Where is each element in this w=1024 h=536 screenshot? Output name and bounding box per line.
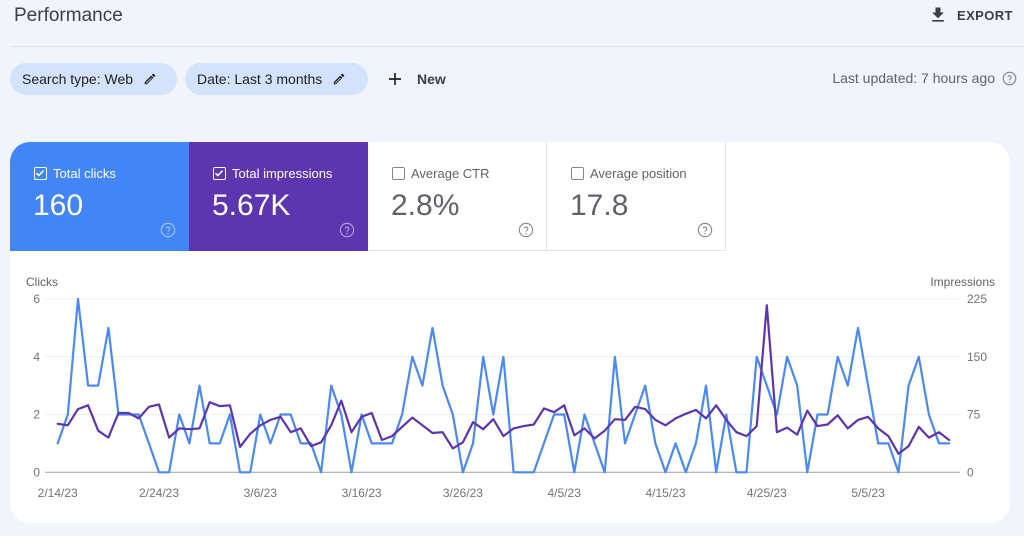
left-tick-label: 4 [33, 350, 40, 364]
left-axis-title: Clicks [26, 275, 58, 289]
left-tick-label: 2 [33, 408, 40, 422]
clicks-line [56, 297, 951, 474]
right-tick-label: 150 [967, 350, 987, 364]
right-axis-title: Impressions [930, 275, 995, 289]
x-tick-label: 3/26/23 [443, 486, 483, 500]
x-tick-label: 5/5/23 [851, 486, 885, 500]
right-tick-label: 225 [967, 292, 987, 306]
x-tick-label: 4/25/23 [747, 486, 787, 500]
right-tick-label: 0 [967, 465, 974, 479]
right-tick-label: 75 [967, 408, 981, 422]
x-tick-label: 2/24/23 [139, 486, 179, 500]
x-tick-label: 4/5/23 [548, 486, 582, 500]
performance-chart[interactable]: Clicks Impressions 0 2 4 6 0 75 150 225 2/14/23 2… [0, 0, 1024, 536]
x-tick-label: 3/16/23 [342, 486, 382, 500]
x-tick-label: 3/6/23 [244, 486, 278, 500]
x-tick-label: 2/14/23 [38, 486, 78, 500]
left-tick-label: 6 [33, 292, 40, 306]
left-tick-label: 0 [33, 465, 40, 479]
x-tick-label: 4/15/23 [645, 486, 685, 500]
